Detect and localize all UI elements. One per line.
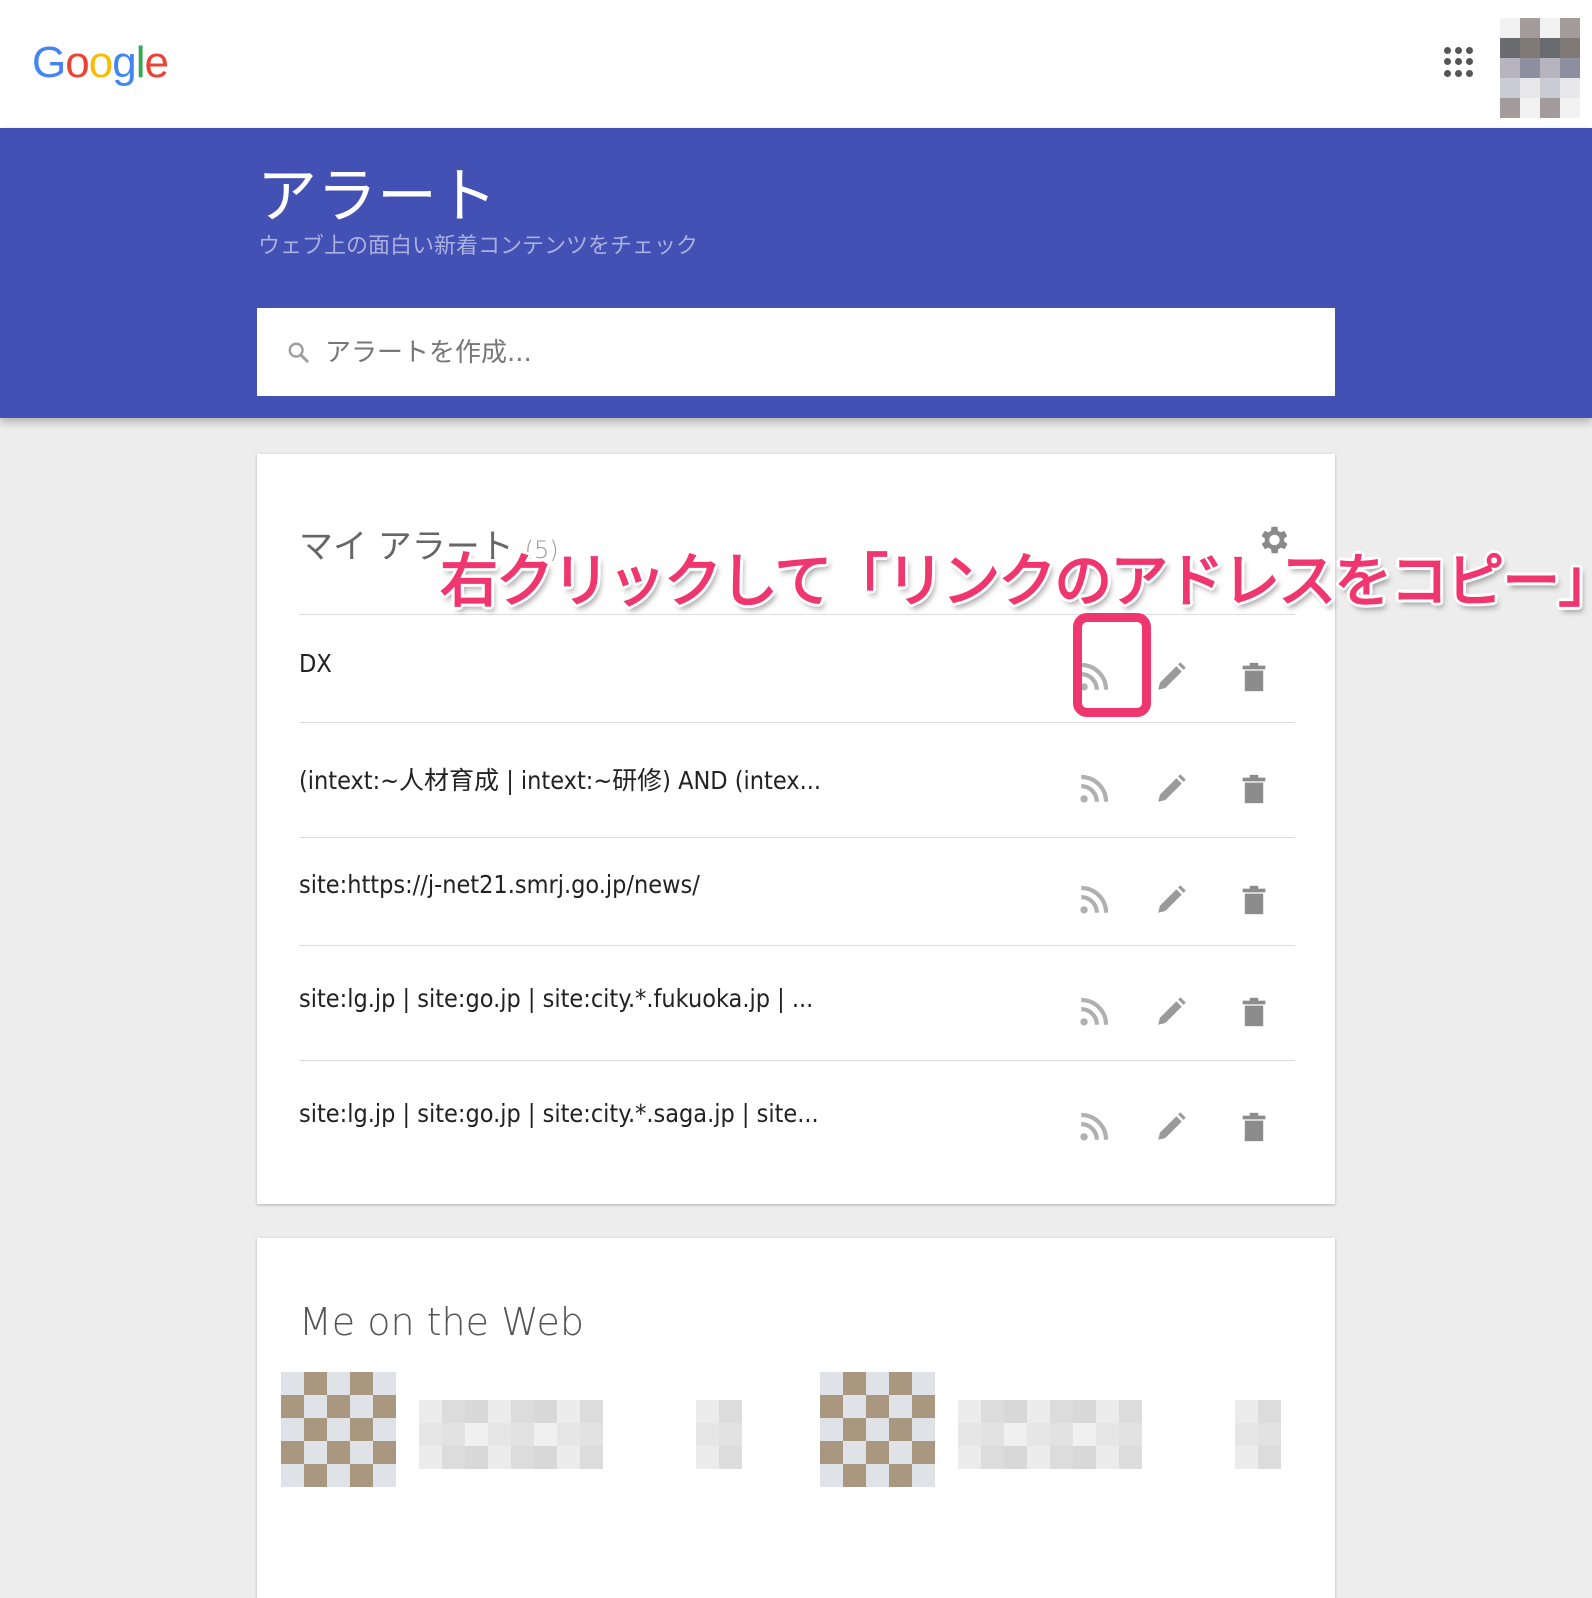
pixelated-text bbox=[419, 1400, 603, 1469]
delete-trash-icon[interactable] bbox=[1237, 772, 1271, 806]
logo-letter: o bbox=[65, 38, 90, 87]
rss-highlight-box bbox=[1073, 613, 1151, 717]
logo-letter: o bbox=[88, 38, 114, 87]
avatar bbox=[820, 1372, 935, 1487]
alert-row[interactable]: (intext:~人材育成 | intext:~研修) AND (intex..… bbox=[299, 722, 1295, 838]
logo-letter: e bbox=[144, 38, 169, 87]
edit-pencil-icon[interactable] bbox=[1154, 772, 1188, 806]
edit-pencil-icon[interactable] bbox=[1154, 660, 1188, 694]
logo-letter: g bbox=[112, 38, 137, 87]
logo-letter: G bbox=[32, 38, 66, 87]
page-subtitle: ウェブ上の面白い新着コンテンツをチェック bbox=[258, 234, 699, 259]
create-alert-box[interactable] bbox=[257, 308, 1335, 396]
rss-feed-icon[interactable] bbox=[1077, 772, 1111, 806]
delete-trash-icon[interactable] bbox=[1237, 883, 1271, 917]
avatar bbox=[281, 1372, 396, 1487]
delete-trash-icon[interactable] bbox=[1237, 995, 1271, 1029]
alert-query-label[interactable]: site:lg.jp | site:go.jp | site:city.*.sa… bbox=[299, 1099, 819, 1128]
rss-feed-icon[interactable] bbox=[1077, 995, 1111, 1029]
top-bar: Google bbox=[0, 0, 1592, 128]
pixelated-text bbox=[958, 1400, 1142, 1469]
hero-banner: アラート ウェブ上の面白い新着コンテンツをチェック bbox=[0, 128, 1592, 418]
alert-query-label[interactable]: DX bbox=[299, 649, 332, 678]
pixelated-text bbox=[1235, 1400, 1281, 1469]
me-on-the-web-card: Me on the Web bbox=[257, 1238, 1335, 1598]
alert-query-label[interactable]: (intext:~人材育成 | intext:~研修) AND (intex..… bbox=[299, 761, 821, 797]
delete-trash-icon[interactable] bbox=[1237, 1110, 1271, 1144]
alert-row[interactable]: site:https://j-net21.smrj.go.jp/news/ bbox=[299, 837, 1295, 946]
alert-query-label[interactable]: site:https://j-net21.smrj.go.jp/news/ bbox=[299, 870, 700, 899]
search-icon bbox=[288, 342, 309, 363]
alert-row[interactable]: site:lg.jp | site:go.jp | site:city.*.fu… bbox=[299, 945, 1295, 1061]
edit-pencil-icon[interactable] bbox=[1154, 1110, 1188, 1144]
me-on-the-web-heading: Me on the Web bbox=[299, 1300, 584, 1344]
account-avatar[interactable] bbox=[1500, 18, 1580, 120]
apps-grid-icon[interactable] bbox=[1444, 47, 1474, 77]
google-logo[interactable]: Google bbox=[32, 38, 169, 88]
edit-pencil-icon[interactable] bbox=[1154, 995, 1188, 1029]
instruction-annotation: 右クリックして「リンクのアドレスをコピー」 bbox=[440, 547, 1592, 615]
delete-trash-icon[interactable] bbox=[1237, 660, 1271, 694]
alert-row[interactable]: site:lg.jp | site:go.jp | site:city.*.sa… bbox=[299, 1060, 1295, 1176]
page-title: アラート bbox=[257, 162, 497, 232]
create-alert-input[interactable] bbox=[323, 328, 1307, 378]
pixelated-text bbox=[696, 1400, 742, 1469]
alert-query-label[interactable]: site:lg.jp | site:go.jp | site:city.*.fu… bbox=[299, 984, 813, 1013]
rss-feed-icon[interactable] bbox=[1077, 1110, 1111, 1144]
edit-pencil-icon[interactable] bbox=[1154, 883, 1188, 917]
rss-feed-icon[interactable] bbox=[1077, 883, 1111, 917]
